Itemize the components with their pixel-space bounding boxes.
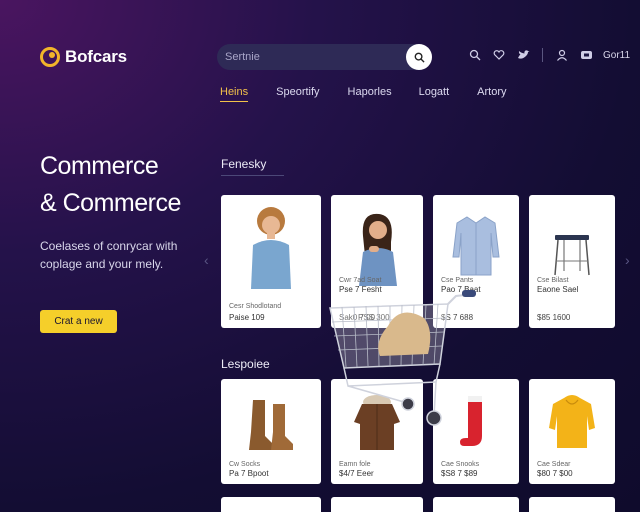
cart-icon[interactable]	[579, 48, 593, 62]
user-icon[interactable]	[555, 48, 569, 62]
header-actions: Gor11	[468, 48, 630, 62]
carousel-next-arrow[interactable]: ›	[625, 252, 630, 268]
nav-item-artory[interactable]: Artory	[477, 84, 506, 104]
product-card[interactable]	[433, 497, 519, 512]
hoodie-image	[529, 387, 615, 457]
product-name: Cw Socks	[229, 461, 261, 468]
product-price: Pa 7 Bpoot	[229, 469, 269, 478]
cta-button[interactable]: Crat a new	[40, 310, 117, 333]
brand-logo[interactable]: Bofcars	[40, 47, 127, 67]
nav-item-speortify[interactable]: Speortify	[276, 84, 319, 104]
shopping-cart-icon	[329, 290, 476, 426]
product-price: Eaone Sael	[537, 285, 579, 294]
product-price: Paise 109	[229, 313, 265, 322]
bird-icon[interactable]	[516, 48, 530, 62]
product-card[interactable]: Cw Socks Pa 7 Bpoot	[221, 379, 321, 484]
woman-curly-hair-image	[221, 201, 321, 291]
main-nav: Heins Speortify Haporles Logatt Artory	[220, 84, 507, 104]
brand-logo-icon	[40, 47, 60, 67]
hero-title: Commerce & Commerce	[40, 148, 181, 222]
product-name: Cwr 7ad Soat	[339, 277, 382, 284]
nav-item-logatt[interactable]: Logatt	[419, 84, 450, 104]
search-icon	[414, 52, 425, 63]
search-icon[interactable]	[468, 48, 482, 62]
product-price: $4/7 Eeer	[339, 469, 374, 478]
product-name: Cse Bilast	[537, 277, 569, 284]
boots-image	[221, 387, 321, 457]
overlay-price: $85 1600	[537, 313, 571, 322]
product-card[interactable]	[221, 497, 321, 512]
product-name: Cae Snooks	[441, 461, 480, 468]
search-input[interactable]	[217, 51, 406, 63]
product-card[interactable]: Cesr Shodlotand Paise 109	[221, 195, 321, 328]
product-name: Cse Pants	[441, 277, 474, 284]
section-underline	[221, 175, 284, 176]
product-name: Cae Sdear	[537, 461, 571, 468]
heart-icon[interactable]	[492, 48, 506, 62]
section-title: Lespoiee	[221, 357, 270, 371]
search-bar	[217, 44, 432, 70]
product-card[interactable]: Cse Bilast Eaone Sael	[529, 195, 615, 328]
account-label[interactable]: Gor11	[603, 50, 630, 61]
hero-subtitle: Coelases of conrycar with coplage and yo…	[40, 239, 178, 271]
product-price: $S8 7 $89	[441, 469, 478, 478]
nav-item-haporles[interactable]: Haporles	[348, 84, 392, 104]
nav-item-heins[interactable]: Heins	[220, 84, 249, 104]
carousel-prev-arrow[interactable]: ‹	[204, 252, 209, 268]
brand-name: Bofcars	[65, 47, 127, 66]
section-title: Fenesky	[221, 157, 267, 171]
product-name: Eamn fole	[339, 461, 371, 468]
product-card[interactable]	[529, 497, 615, 512]
product-name: Cesr Shodlotand	[229, 303, 282, 310]
header-divider	[542, 48, 543, 62]
hero-title-line2: & Commerce	[40, 189, 181, 217]
product-card[interactable]	[331, 497, 423, 512]
hero-title-line1: Commerce	[40, 152, 159, 180]
product-card[interactable]: Cae Sdear $80 7 $00	[529, 379, 615, 484]
product-price: $80 7 $00	[537, 469, 573, 478]
search-button[interactable]	[406, 44, 432, 70]
